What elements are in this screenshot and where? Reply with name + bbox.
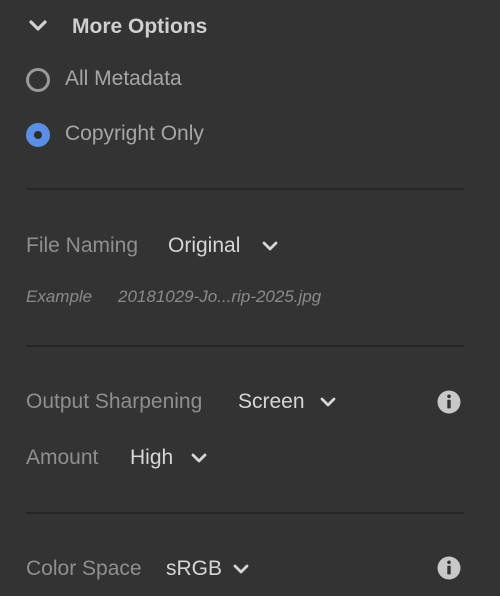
info-icon[interactable] — [437, 390, 461, 414]
radio-button[interactable] — [26, 68, 50, 92]
more-options-header[interactable]: More Options — [0, 0, 500, 54]
example-label: Example — [26, 287, 93, 306]
file-naming-dropdown[interactable]: Original — [168, 231, 288, 261]
divider — [26, 345, 464, 347]
chevron-down-icon — [191, 453, 207, 463]
chevron-down-icon — [320, 397, 336, 407]
radio-label: All Metadata — [65, 67, 182, 90]
radio-button-selected[interactable] — [26, 123, 50, 147]
color-space-dropdown[interactable]: sRGB — [166, 554, 266, 584]
amount-dropdown[interactable]: High — [130, 443, 220, 473]
output-sharpening-label: Output Sharpening — [26, 390, 203, 413]
file-naming-label: File Naming — [26, 234, 139, 257]
output-sharpening-value: Screen — [238, 390, 305, 413]
chevron-down-icon — [262, 241, 278, 251]
color-space-value: sRGB — [166, 557, 223, 580]
divider — [26, 188, 464, 190]
radio-all-metadata[interactable]: All Metadata — [26, 62, 326, 98]
amount-value: High — [130, 446, 174, 469]
divider — [26, 512, 464, 514]
info-icon[interactable] — [437, 556, 461, 580]
example-filename: 20181029-Jo...rip-2025.jpg — [118, 287, 322, 306]
section-title: More Options — [72, 15, 208, 38]
radio-copyright-only[interactable]: Copyright Only — [26, 117, 326, 153]
amount-label: Amount — [26, 446, 99, 469]
color-space-label: Color Space — [26, 557, 142, 580]
file-naming-value: Original — [168, 234, 241, 257]
radio-label: Copyright Only — [65, 122, 204, 145]
chevron-down-icon — [233, 564, 249, 574]
chevron-down-icon[interactable] — [28, 18, 48, 34]
output-sharpening-dropdown[interactable]: Screen — [238, 387, 348, 417]
